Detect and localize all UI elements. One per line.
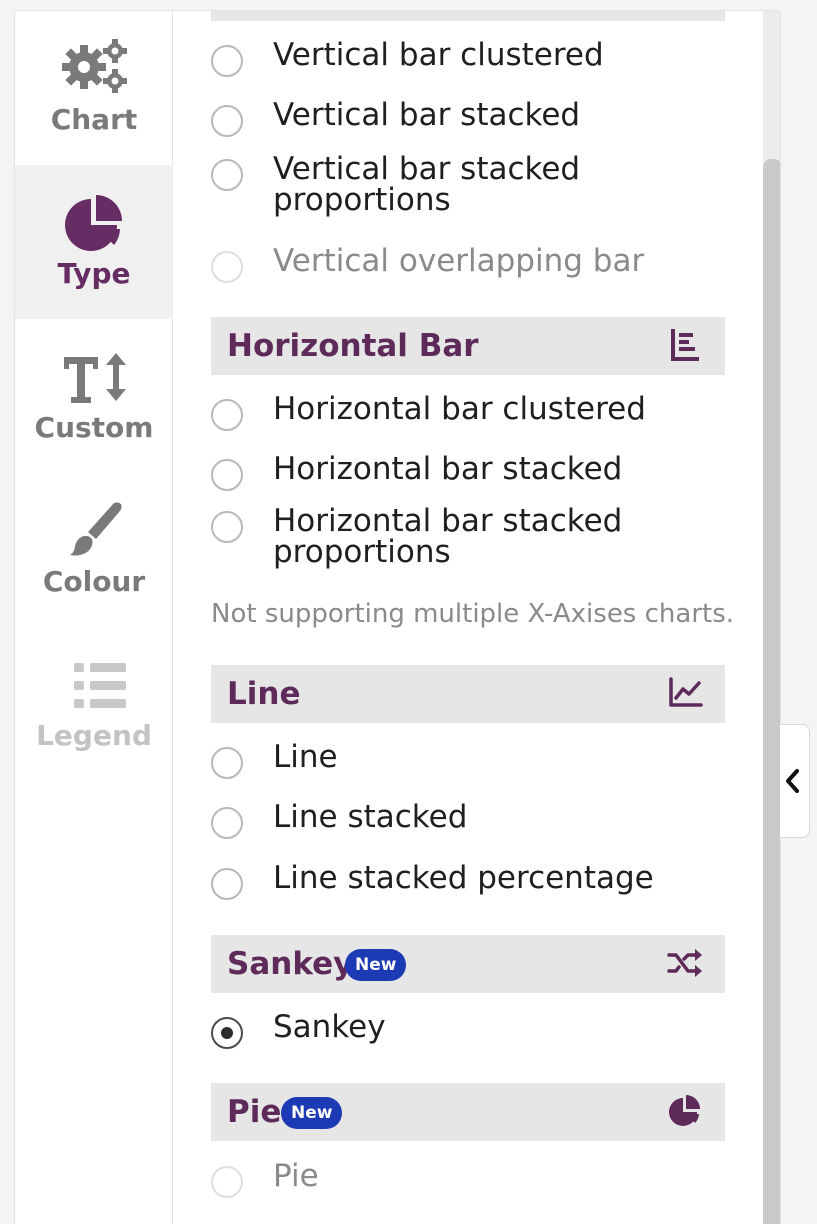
pie-chart-icon (669, 1095, 700, 1126)
radio-button[interactable] (211, 251, 243, 283)
new-badge: New (281, 1097, 343, 1129)
text-size-icon (64, 353, 126, 403)
section-title: Line (227, 676, 301, 712)
section-title: Pie (227, 1094, 282, 1130)
rail-item-colour[interactable]: Colour (15, 473, 173, 627)
chart-settings-panel: Chart Type Custom Colour Legend Vertical… (14, 10, 781, 1224)
option-label: Horizontal bar stacked proportions (273, 503, 623, 570)
rail-item-type[interactable]: Type (15, 165, 173, 319)
radio-button[interactable] (211, 105, 243, 137)
chevron-left-icon (786, 769, 799, 793)
option-label: Vertical overlapping bar (273, 243, 645, 279)
option-label: Line stacked percentage (273, 860, 654, 896)
rail-item-legend[interactable]: Legend (15, 627, 173, 781)
radio-button[interactable] (211, 399, 243, 431)
rail-label-type: Type (57, 257, 131, 290)
paintbrush-icon (70, 502, 122, 556)
rail-label-custom: Custom (34, 411, 154, 444)
rail-label-chart: Chart (50, 103, 138, 136)
horizontal-bar-note: Not supporting multiple X-Axises charts. (211, 599, 735, 629)
option-label: Line stacked (273, 799, 468, 835)
radio-button[interactable] (211, 459, 243, 491)
chart-type-list: Vertical bar clustered Vertical bar stac… (173, 11, 763, 1224)
section-header-horizontal-bar: Horizontal Bar (211, 317, 725, 375)
settings-nav-rail: Chart Type Custom Colour Legend (15, 11, 173, 1224)
option-label: Vertical bar clustered (273, 37, 604, 73)
rail-item-custom[interactable]: Custom (15, 319, 173, 473)
new-badge: New (345, 949, 407, 981)
option-label: Vertical bar stacked (273, 97, 581, 133)
radio-button[interactable] (211, 1166, 243, 1198)
shuffle-icon (667, 949, 702, 977)
radio-button[interactable] (211, 45, 243, 77)
radio-button[interactable] (211, 159, 243, 191)
pie-chart-icon (65, 195, 122, 251)
section-header-line: Line (211, 665, 725, 723)
gears-icon (62, 39, 127, 93)
collapse-panel-button[interactable] (780, 724, 810, 838)
section-header-vertical-bar (211, 11, 725, 21)
section-header-pie: Pie New (211, 1083, 725, 1141)
list-icon (74, 663, 126, 708)
radio-button[interactable] (211, 807, 243, 839)
radio-button[interactable] (211, 747, 243, 779)
radio-button[interactable] (211, 868, 243, 900)
option-label: Line (273, 739, 338, 775)
horizontal-bar-chart-icon (671, 329, 699, 361)
option-label: Vertical bar stacked proportions (273, 151, 581, 218)
rail-label-colour: Colour (42, 565, 146, 598)
rail-item-chart[interactable]: Chart (15, 11, 173, 165)
rail-label-legend: Legend (36, 719, 152, 752)
section-title: Sankey (227, 946, 354, 982)
option-label: Sankey (273, 1009, 386, 1045)
scrollbar-thumb[interactable] (763, 159, 780, 1224)
radio-button[interactable] (211, 1017, 243, 1049)
section-header-sankey: Sankey New (211, 935, 725, 993)
option-label: Horizontal bar clustered (273, 391, 646, 427)
section-title: Horizontal Bar (227, 328, 479, 364)
line-chart-icon (669, 677, 703, 707)
option-label: Pie (273, 1158, 319, 1194)
option-label: Horizontal bar stacked (273, 451, 623, 487)
radio-button[interactable] (211, 511, 243, 543)
